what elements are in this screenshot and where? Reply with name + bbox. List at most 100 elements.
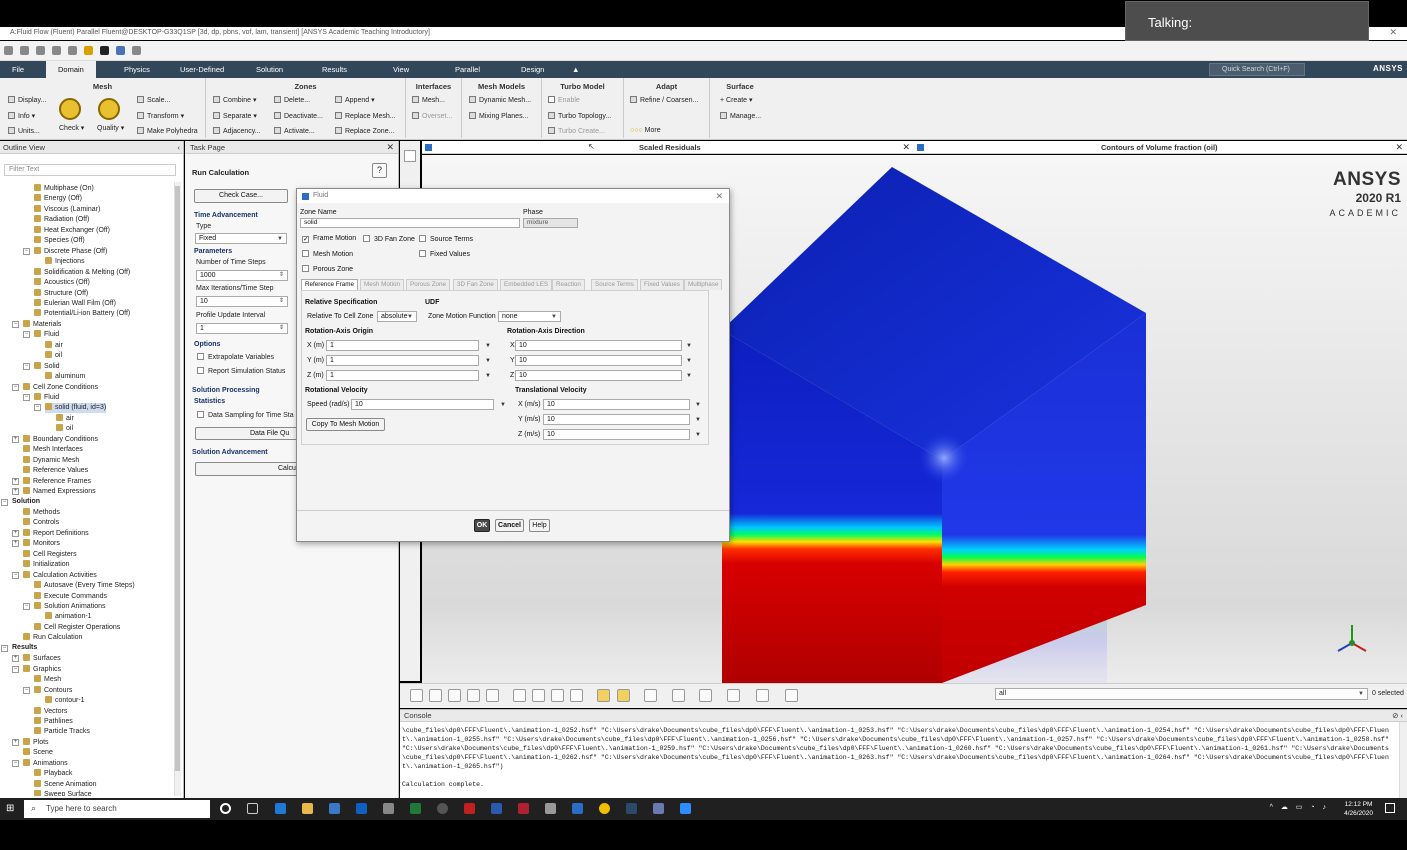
- tree-item[interactable]: Cell Registers: [23, 549, 77, 560]
- zoom-box-icon[interactable]: [467, 689, 480, 702]
- expand-icon[interactable]: +: [12, 540, 19, 548]
- cortana-icon[interactable]: [220, 803, 231, 814]
- zone-motion-select[interactable]: none ▼: [498, 311, 561, 322]
- graphics-window-icon[interactable]: [404, 150, 416, 162]
- selection-filter-select[interactable]: all ▼: [995, 688, 1368, 700]
- notifications-icon[interactable]: [1385, 803, 1395, 813]
- mesh-motion-checkbox[interactable]: Mesh Motion: [302, 250, 353, 258]
- check-case-button[interactable]: Check Case...: [194, 189, 288, 203]
- expand-icon[interactable]: +: [12, 488, 19, 496]
- spinner-icon[interactable]: ⇕: [279, 297, 284, 304]
- porous-zone-checkbox[interactable]: Porous Zone: [302, 265, 353, 273]
- time-steps-input[interactable]: 1000 ⇕: [196, 270, 288, 281]
- dropdown-arrow-icon[interactable]: ▼: [485, 373, 491, 379]
- word-icon[interactable]: [491, 803, 502, 814]
- console-controls-icon[interactable]: ⊘ ‹: [1392, 711, 1403, 720]
- tree-item[interactable]: Named Expressions: [23, 487, 96, 497]
- discord-icon[interactable]: [653, 803, 664, 814]
- adapt-more-button[interactable]: ○○○ More: [630, 127, 661, 134]
- outline-scrollbar-thumb[interactable]: [175, 186, 180, 771]
- probe-icon[interactable]: [486, 689, 499, 702]
- adjacency-button[interactable]: Adjacency...: [213, 127, 261, 135]
- collapse-icon[interactable]: −: [1, 498, 8, 506]
- tree-item[interactable]: Controls: [23, 518, 59, 528]
- tree-item[interactable]: Multiphase (On): [34, 184, 94, 194]
- chrome-icon[interactable]: [599, 803, 610, 814]
- tree-item[interactable]: Dynamic Mesh: [23, 455, 79, 466]
- tree-item[interactable]: Surfaces: [23, 654, 61, 664]
- tree-item[interactable]: Sweep Surface: [34, 790, 91, 796]
- notes-icon[interactable]: [785, 689, 798, 702]
- tree-item[interactable]: Radiation (Off): [34, 215, 89, 225]
- taskbar-search-input[interactable]: ⌕ Type here to search: [24, 800, 210, 818]
- quality-button[interactable]: Quality ▾: [97, 124, 124, 132]
- cube-view-icon[interactable]: [699, 689, 712, 702]
- delete-button[interactable]: Delete...: [274, 96, 310, 104]
- replace-mesh-button[interactable]: Replace Mesh...: [335, 112, 396, 120]
- layout-windows-icon[interactable]: [727, 689, 740, 702]
- collapse-left-icon[interactable]: ‹: [178, 143, 181, 152]
- report-status-checkbox[interactable]: Report Simulation Status: [197, 367, 285, 375]
- mathcad-icon[interactable]: [518, 803, 529, 814]
- contours-tab[interactable]: Contours of Volume fraction (oil) ✕: [914, 141, 1407, 154]
- close-contours-icon[interactable]: ✕: [1395, 142, 1403, 153]
- check-icon[interactable]: [59, 98, 81, 120]
- system-tray-icons[interactable]: ^ ☁ ▭ ◔ ♪: [1270, 803, 1329, 811]
- tree-item[interactable]: Eulerian Wall Film (Off): [34, 298, 116, 309]
- make-polyhedra-button[interactable]: Make Polyhedra: [137, 127, 198, 135]
- collapse-icon[interactable]: −: [12, 383, 19, 391]
- dialog-tab[interactable]: Mesh Motion: [360, 279, 405, 290]
- tree-item[interactable]: Contours: [34, 685, 72, 696]
- pan-icon[interactable]: [429, 689, 442, 702]
- dialog-tab[interactable]: Multiphase: [684, 279, 723, 290]
- tree-item[interactable]: solid (fluid, id=3): [45, 403, 107, 414]
- tree-item[interactable]: Structure (Off): [34, 288, 88, 299]
- expand-icon[interactable]: +: [12, 655, 19, 663]
- dropdown-arrow-icon[interactable]: ▼: [686, 373, 692, 379]
- collapse-icon[interactable]: −: [34, 404, 41, 412]
- collapse-icon[interactable]: −: [12, 759, 19, 767]
- overset-button[interactable]: Overset...: [412, 112, 452, 120]
- frame-motion-checkbox[interactable]: ✓ Frame Motion: [302, 235, 356, 243]
- tree-item[interactable]: Fluid: [34, 330, 59, 340]
- collapse-icon[interactable]: −: [23, 362, 30, 370]
- fluent-icon[interactable]: [572, 803, 583, 814]
- collapse-icon[interactable]: −: [23, 603, 30, 610]
- collapse-icon[interactable]: −: [23, 331, 30, 339]
- dialog-tab[interactable]: 3D Fan Zone: [453, 279, 498, 290]
- help-icon[interactable]: ?: [372, 163, 387, 178]
- append-button[interactable]: Append ▾: [335, 96, 375, 104]
- close-window-icon[interactable]: ✕: [1389, 27, 1397, 38]
- tab-solution[interactable]: Solution: [256, 65, 283, 74]
- direction-x-input[interactable]: 10: [515, 340, 682, 351]
- dialog-tab[interactable]: Reference Frame: [301, 279, 358, 290]
- dropdown-arrow-icon[interactable]: ▼: [500, 402, 506, 408]
- max-iterations-input[interactable]: 10 ⇕: [196, 296, 288, 307]
- collapse-icon[interactable]: −: [12, 571, 19, 579]
- tree-item[interactable]: Reference Values: [23, 466, 88, 476]
- scale-button[interactable]: Scale...: [137, 96, 170, 104]
- tree-item[interactable]: Execute Commands: [34, 591, 107, 602]
- replace-zone-button[interactable]: Replace Zone...: [335, 127, 394, 135]
- tree-item[interactable]: Monitors: [23, 539, 60, 549]
- spinner-icon[interactable]: ⇕: [279, 324, 284, 331]
- tree-item[interactable]: Report Definitions: [23, 528, 89, 539]
- tree-item[interactable]: air: [45, 340, 63, 351]
- tree-item[interactable]: Plots: [23, 737, 49, 748]
- tab-user-defined[interactable]: User-Defined: [180, 65, 224, 74]
- ansys-a-icon[interactable]: [100, 46, 109, 55]
- refine-coarsen-button[interactable]: Refine / Coarsen...: [630, 96, 698, 104]
- fixed-values-checkbox[interactable]: Fixed Values: [419, 250, 470, 258]
- tree-item[interactable]: Solution: [12, 498, 40, 508]
- tree-item[interactable]: Cell Zone Conditions: [23, 382, 98, 393]
- new-file-icon[interactable]: [4, 46, 13, 55]
- tree-item[interactable]: Boundary Conditions: [23, 434, 98, 445]
- open-file-icon[interactable]: [20, 46, 29, 55]
- tab-physics[interactable]: Physics: [124, 65, 150, 74]
- data-sampling-checkbox[interactable]: Data Sampling for Time Sta: [197, 411, 294, 419]
- tree-item[interactable]: Solid: [34, 361, 60, 372]
- save-picture-icon[interactable]: [672, 689, 685, 702]
- help-button[interactable]: Help: [529, 519, 550, 532]
- collapse-icon[interactable]: −: [12, 320, 19, 328]
- tree-item[interactable]: Viscous (Laminar): [34, 204, 100, 215]
